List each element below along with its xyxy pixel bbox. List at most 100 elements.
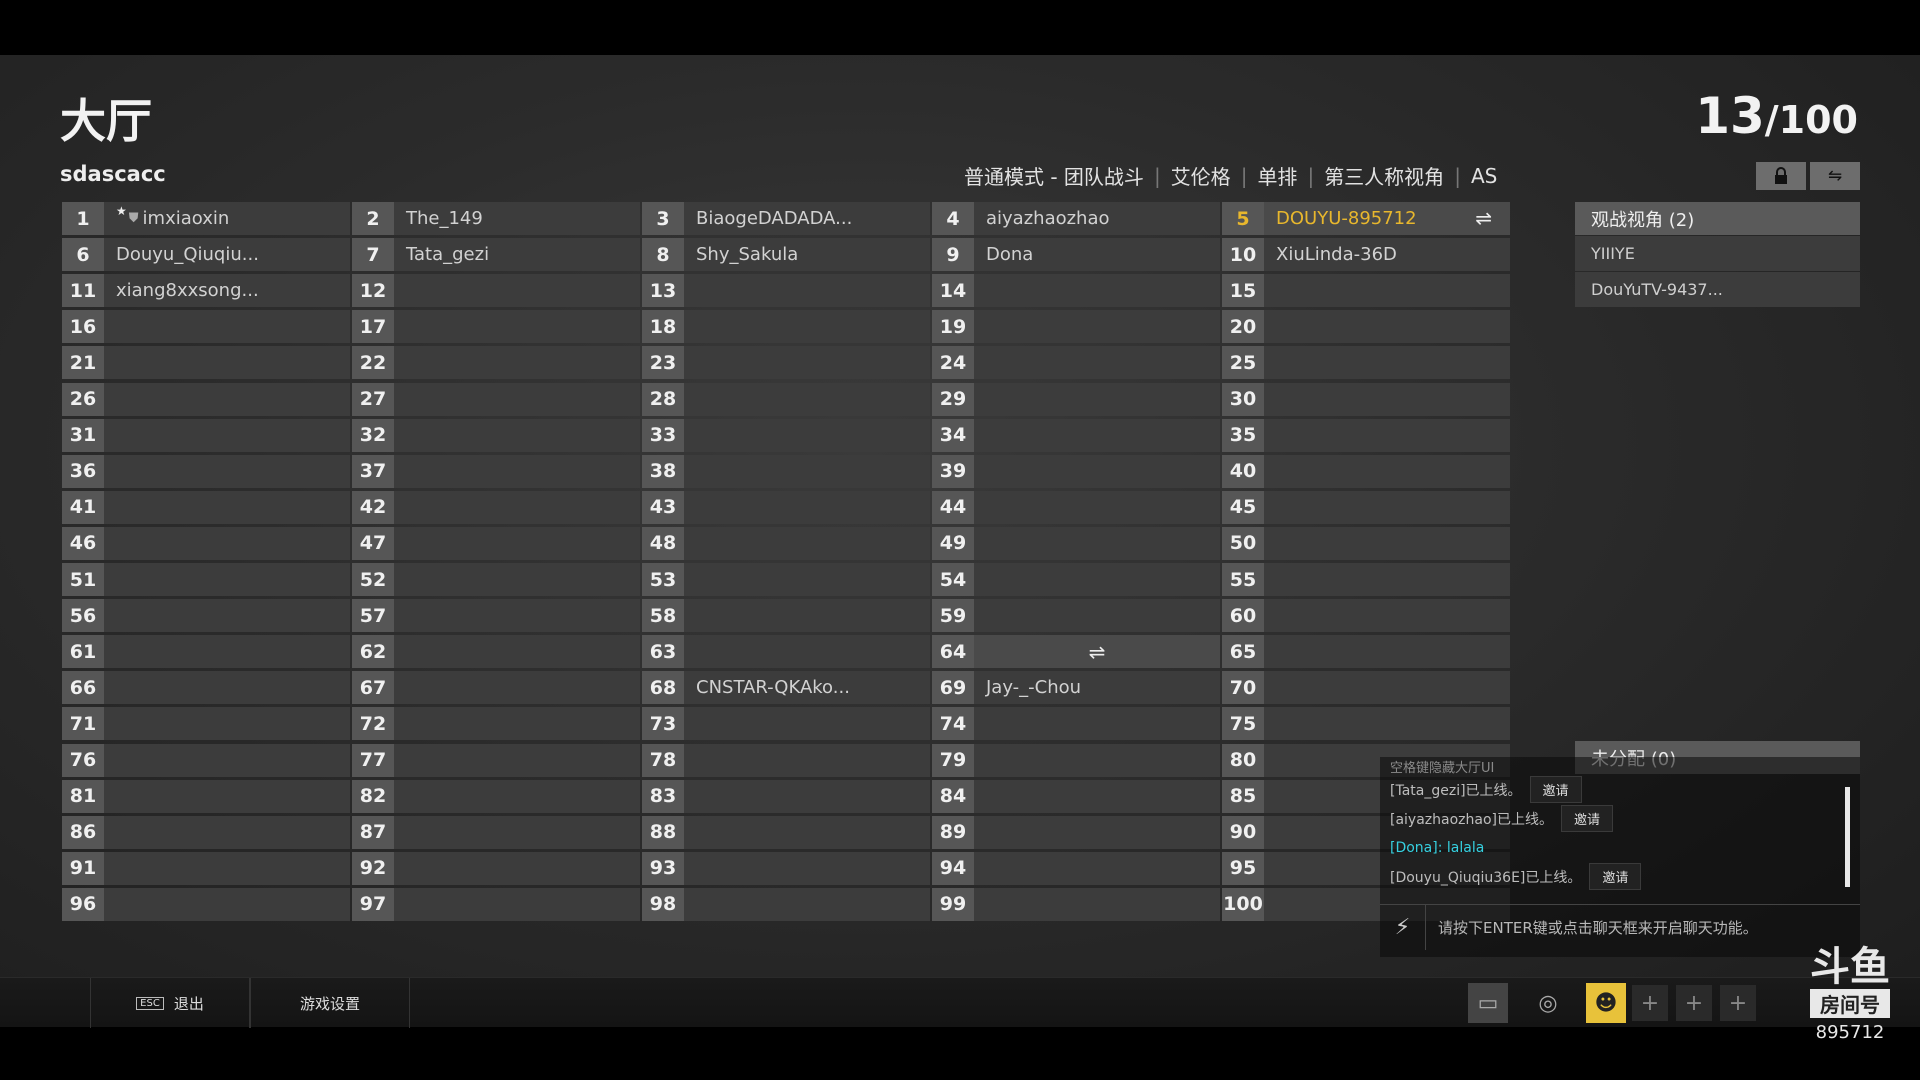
player-slot[interactable]: 97 bbox=[352, 887, 640, 921]
player-slot[interactable]: 73 bbox=[642, 707, 930, 741]
player-slot[interactable]: 59 bbox=[932, 599, 1220, 633]
player-slot[interactable]: 89 bbox=[932, 815, 1220, 849]
player-slot[interactable]: 40 bbox=[1222, 454, 1510, 488]
player-slot[interactable]: 69 Jay-_-Chou bbox=[932, 671, 1220, 705]
player-slot[interactable]: 72 bbox=[352, 707, 640, 741]
player-slot[interactable]: 1 ★ ⛊ imxiaoxin bbox=[62, 202, 350, 235]
player-slot[interactable]: 82 bbox=[352, 779, 640, 813]
player-slot[interactable]: 29 bbox=[932, 382, 1220, 416]
player-slot[interactable]: 3 BiaogeDADADA... bbox=[642, 202, 930, 235]
player-slot[interactable]: 5 DOUYU-895712 ⇌ bbox=[1222, 202, 1510, 235]
player-slot[interactable]: 53 bbox=[642, 563, 930, 596]
player-slot[interactable]: 17 bbox=[352, 310, 640, 344]
player-slot[interactable]: 74 bbox=[932, 707, 1220, 741]
player-slot[interactable]: 10 XiuLinda-36D bbox=[1222, 238, 1510, 272]
player-slot[interactable]: 34 bbox=[932, 418, 1220, 452]
exit-button[interactable]: ESC 退出 bbox=[90, 978, 250, 1028]
player-slot[interactable]: 19 bbox=[932, 310, 1220, 344]
player-slot[interactable]: 8 Shy_Sakula bbox=[642, 238, 930, 272]
player-slot[interactable]: 26 bbox=[62, 382, 350, 416]
player-slot[interactable]: 94 bbox=[932, 851, 1220, 885]
player-slot[interactable]: 71 bbox=[62, 707, 350, 741]
player-slot[interactable]: 78 bbox=[642, 743, 930, 777]
player-slot[interactable]: 20 bbox=[1222, 310, 1510, 344]
player-slot[interactable]: 43 bbox=[642, 490, 930, 524]
player-slot[interactable]: 38 bbox=[642, 454, 930, 488]
player-slot[interactable]: 47 bbox=[352, 526, 640, 560]
player-slot[interactable]: 70 bbox=[1222, 671, 1510, 705]
player-slot[interactable]: 60 bbox=[1222, 599, 1510, 633]
add-friend-slot-button[interactable]: + bbox=[1720, 985, 1756, 1021]
swap-icon[interactable]: ⇌ bbox=[1475, 206, 1492, 230]
player-slot[interactable]: 75 bbox=[1222, 707, 1510, 741]
player-slot[interactable]: 14 bbox=[932, 274, 1220, 308]
player-slot[interactable]: 37 bbox=[352, 454, 640, 488]
player-slot[interactable]: 52 bbox=[352, 563, 640, 596]
player-slot[interactable]: 50 bbox=[1222, 526, 1510, 560]
player-slot[interactable]: 81 bbox=[62, 779, 350, 813]
player-slot[interactable]: 64 ⇌ bbox=[932, 635, 1220, 669]
player-slot[interactable]: 86 bbox=[62, 815, 350, 849]
player-slot[interactable]: 54 bbox=[932, 563, 1220, 596]
invite-button[interactable]: 邀请 bbox=[1529, 776, 1582, 803]
invite-button[interactable]: 邀请 bbox=[1561, 805, 1614, 832]
player-slot[interactable]: 92 bbox=[352, 851, 640, 885]
lock-button[interactable] bbox=[1756, 162, 1806, 190]
player-slot[interactable]: 24 bbox=[932, 346, 1220, 380]
player-slot[interactable]: 45 bbox=[1222, 490, 1510, 524]
player-slot[interactable]: 13 bbox=[642, 274, 930, 308]
player-slot[interactable]: 87 bbox=[352, 815, 640, 849]
player-slot[interactable]: 77 bbox=[352, 743, 640, 777]
add-friend-slot-button[interactable]: + bbox=[1632, 985, 1668, 1021]
player-slot[interactable]: 49 bbox=[932, 526, 1220, 560]
player-slot[interactable]: 93 bbox=[642, 851, 930, 885]
player-slot[interactable]: 46 bbox=[62, 526, 350, 560]
add-friend-slot-button[interactable]: + bbox=[1676, 985, 1712, 1021]
player-slot[interactable]: 48 bbox=[642, 526, 930, 560]
player-slot[interactable]: 6 Douyu_Qiuqiu... bbox=[62, 238, 350, 272]
player-slot[interactable]: 7 Tata_gezi bbox=[352, 238, 640, 272]
player-slot[interactable]: 84 bbox=[932, 779, 1220, 813]
player-slot[interactable]: 12 bbox=[352, 274, 640, 308]
player-slot[interactable]: 83 bbox=[642, 779, 930, 813]
player-slot[interactable]: 42 bbox=[352, 490, 640, 524]
player-slot[interactable]: 67 bbox=[352, 671, 640, 705]
player-slot[interactable]: 36 bbox=[62, 454, 350, 488]
chat-toggle-button[interactable]: ▭ bbox=[1468, 983, 1508, 1023]
player-slot[interactable]: 16 bbox=[62, 310, 350, 344]
chat-input[interactable]: ⚡ 请按下ENTER键或点击聊天框来开启聊天功能。 bbox=[1380, 904, 1860, 950]
swap-mode-button[interactable]: ⇋ bbox=[1810, 162, 1860, 190]
spectator-item[interactable]: DouYuTV-9437... bbox=[1575, 272, 1860, 307]
game-settings-button[interactable]: 游戏设置 bbox=[250, 978, 410, 1028]
player-slot[interactable]: 57 bbox=[352, 599, 640, 633]
player-slot[interactable]: 55 bbox=[1222, 563, 1510, 596]
invite-button[interactable]: 邀请 bbox=[1589, 863, 1642, 890]
player-slot[interactable]: 56 bbox=[62, 599, 350, 633]
chat-scrollbar[interactable] bbox=[1845, 787, 1850, 887]
avatar[interactable]: ☻ bbox=[1586, 983, 1626, 1023]
player-slot[interactable]: 63 bbox=[642, 635, 930, 669]
swap-icon[interactable]: ⇌ bbox=[1089, 640, 1106, 664]
player-slot[interactable]: 41 bbox=[62, 490, 350, 524]
player-slot[interactable]: 96 bbox=[62, 887, 350, 921]
player-slot[interactable]: 88 bbox=[642, 815, 930, 849]
player-slot[interactable]: 33 bbox=[642, 418, 930, 452]
player-slot[interactable]: 58 bbox=[642, 599, 930, 633]
player-slot[interactable]: 31 bbox=[62, 418, 350, 452]
spectator-item[interactable]: YIIIYE bbox=[1575, 236, 1860, 271]
player-slot[interactable]: 44 bbox=[932, 490, 1220, 524]
player-slot[interactable]: 30 bbox=[1222, 382, 1510, 416]
player-slot[interactable]: 22 bbox=[352, 346, 640, 380]
player-slot[interactable]: 28 bbox=[642, 382, 930, 416]
player-slot[interactable]: 35 bbox=[1222, 418, 1510, 452]
player-slot[interactable]: 21 bbox=[62, 346, 350, 380]
player-slot[interactable]: 66 bbox=[62, 671, 350, 705]
player-slot[interactable]: 15 bbox=[1222, 274, 1510, 308]
player-slot[interactable]: 23 bbox=[642, 346, 930, 380]
player-slot[interactable]: 68 CNSTAR-QKAko... bbox=[642, 671, 930, 705]
spectator-header[interactable]: 观战视角 (2) bbox=[1575, 202, 1860, 235]
player-slot[interactable]: 65 bbox=[1222, 635, 1510, 669]
player-slot[interactable]: 2 The_149 bbox=[352, 202, 640, 235]
player-slot[interactable]: 27 bbox=[352, 382, 640, 416]
player-slot[interactable]: 18 bbox=[642, 310, 930, 344]
